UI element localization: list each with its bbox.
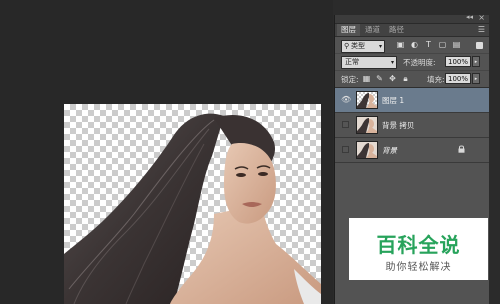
document-canvas[interactable] [64,104,321,304]
image-filter-icon[interactable]: ▣ [395,39,406,51]
lock-label: 锁定: [341,75,359,84]
fill-field[interactable]: 100% [445,73,471,84]
layer-thumbnail-image [357,142,377,158]
layer-row-background[interactable]: 背景 [335,138,489,163]
panel-tab-bar: 图层 通道 路径 ☰ [335,24,489,37]
eye-icon[interactable]: 👁︎ [341,95,351,105]
tab-layers[interactable]: 图层 [337,24,360,36]
lock-position-icon[interactable]: ✥ [387,73,398,85]
panel-title-bar[interactable]: ◂◂ × [335,13,489,24]
lock-transparent-icon[interactable]: ▦ [361,73,372,85]
layer-name[interactable]: 背景 [382,145,397,156]
type-filter-icon[interactable]: T [423,39,434,51]
layer-thumbnail [356,91,378,109]
layer-filter-row: ⚲ 类型 ▾ ▣ ◐ T ▢ ▤ [335,38,489,54]
opacity-label: 不透明度: [403,58,436,67]
filter-kind-label: 类型 [351,42,365,50]
watermark-logo: 百科全说 助你轻松解决 [349,218,488,280]
tab-channels[interactable]: 通道 [361,24,384,36]
layer-thumbnail [356,141,378,159]
close-icon[interactable]: × [478,13,485,22]
visibility-toggle-icon[interactable] [342,146,349,153]
lock-all-icon[interactable]: 🔒︎ [400,73,411,85]
lock-row: 锁定: ▦ ✎ ✥ 🔒︎ 填充: 100% ▸ [335,71,489,88]
blend-row: 正常 ▾ 不透明度: 100% ▸ [335,54,489,71]
workspace [0,0,333,304]
portrait-photo [64,113,321,304]
filter-kind-select[interactable]: ⚲ 类型 ▾ [341,40,385,53]
shape-filter-icon[interactable]: ▢ [437,39,448,51]
lock-icon [458,145,465,153]
blend-mode-value: 正常 [345,58,359,66]
layer-name[interactable]: 图层 1 [382,95,404,106]
search-icon: ⚲ [344,42,350,50]
blend-mode-select[interactable]: 正常 ▾ [341,56,397,69]
opacity-dropdown-arrow-icon[interactable]: ▸ [472,56,480,67]
layer-row-layer-1[interactable]: 👁︎ 图层 1 [335,88,489,113]
opacity-field[interactable]: 100% [445,56,471,67]
layer-row-background-copy[interactable]: 背景 拷贝 [335,113,489,138]
layer-thumbnail [356,116,378,134]
chevron-down-icon: ▾ [378,43,382,50]
lock-image-icon[interactable]: ✎ [374,73,385,85]
visibility-toggle-icon[interactable] [342,121,349,128]
layer-name[interactable]: 背景 拷贝 [382,120,414,131]
filter-toggle-icon[interactable] [476,42,483,49]
layer-thumbnail-image [357,117,377,133]
watermark-subtitle: 助你轻松解决 [385,262,452,273]
panel-menu-icon[interactable]: ☰ [478,25,485,34]
double-chevron-icon[interactable]: ◂◂ [466,13,473,21]
adjustment-filter-icon[interactable]: ◐ [409,39,420,51]
watermark-title: 百科全说 [376,233,461,257]
fill-label: 填充: [427,75,445,84]
chevron-down-icon: ▾ [390,59,394,66]
fill-dropdown-arrow-icon[interactable]: ▸ [472,73,480,84]
tab-paths[interactable]: 路径 [385,24,408,36]
smart-object-filter-icon[interactable]: ▤ [451,39,462,51]
layer-thumbnail-image [357,93,377,108]
